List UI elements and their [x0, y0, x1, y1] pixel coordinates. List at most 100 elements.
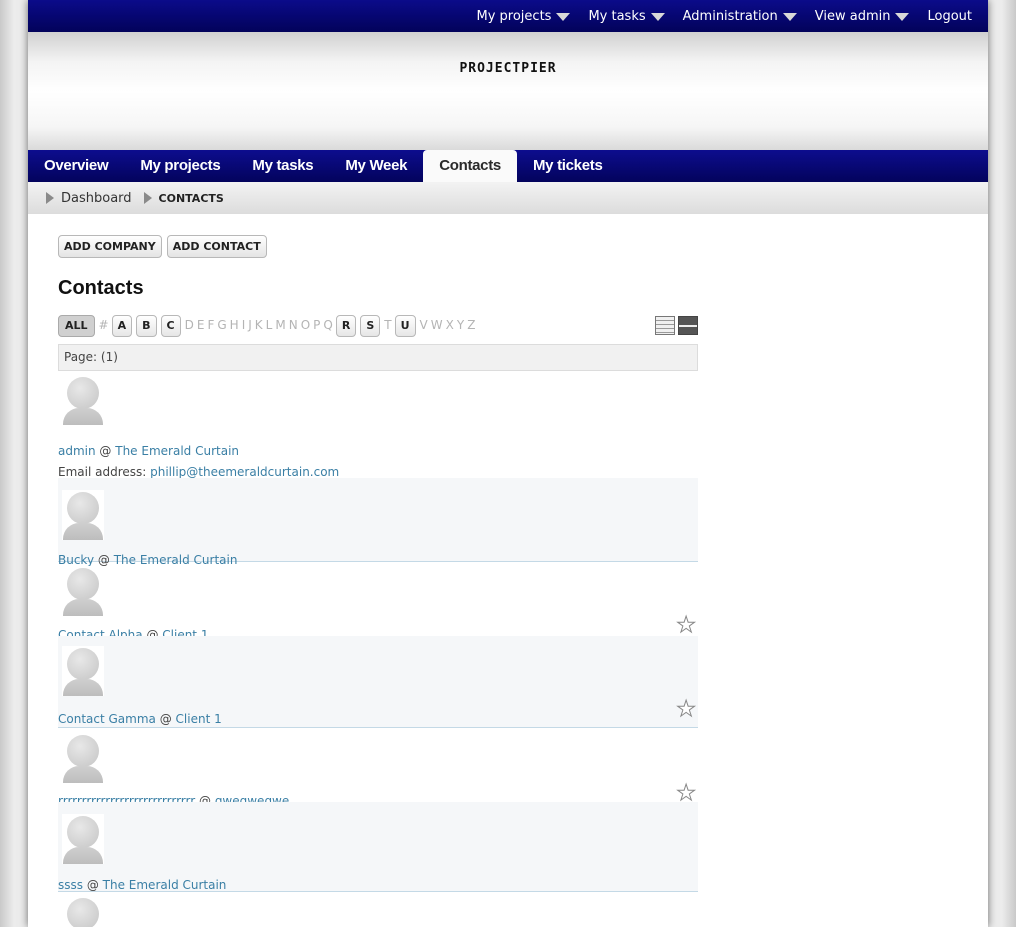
- view-toggle: [652, 316, 698, 335]
- letter-filter-all[interactable]: ALL: [58, 315, 95, 337]
- letter-filter-h: H: [229, 318, 239, 332]
- breadcrumb-dashboard-link[interactable]: Dashboard: [61, 191, 132, 206]
- star-icon[interactable]: ★: [676, 698, 697, 721]
- chevron-down-icon: [895, 13, 910, 21]
- avatar[interactable]: [62, 566, 104, 616]
- avatar-head: [67, 492, 99, 524]
- avatar[interactable]: [62, 375, 104, 425]
- breadcrumb: Dashboard CONTACTS: [28, 182, 988, 214]
- contact-list: admin @ The Emerald Curtain Email address…: [58, 372, 698, 927]
- letter-filter-r[interactable]: R: [335, 315, 357, 337]
- list-view-icon[interactable]: [655, 316, 675, 335]
- top-menu: My projects My tasks Administration View…: [459, 9, 973, 24]
- add-contact-button[interactable]: ADD CONTACT: [166, 235, 267, 258]
- letter-filter-o: O: [300, 318, 311, 332]
- letter-filter-p: P: [313, 318, 321, 332]
- letter-filter-z: Z: [467, 318, 476, 332]
- top-menu-view-admin[interactable]: View admin: [815, 9, 910, 24]
- tab-overview[interactable]: Overview: [28, 150, 124, 182]
- at-separator: @: [155, 712, 176, 726]
- tab-my-tickets[interactable]: My tickets: [517, 150, 619, 182]
- company-link[interactable]: The Emerald Curtain: [103, 878, 227, 892]
- email-link[interactable]: phillip@theemeraldcurtain.com: [150, 465, 339, 479]
- letter-filter-y: Y: [456, 318, 465, 332]
- avatar-head: [67, 735, 99, 767]
- letter-filter-c[interactable]: C: [160, 315, 181, 337]
- contact-line: Contact Gamma @ Client 1: [58, 712, 222, 726]
- avatar[interactable]: [62, 490, 104, 540]
- letter-filter-t: T: [384, 318, 392, 332]
- contact-row: rrrrrrrrrrrrrrrrrrrrrrrrrrrrr @ qweqweqw…: [58, 728, 698, 808]
- letter-filter-i: I: [241, 318, 246, 332]
- avatar[interactable]: [62, 733, 104, 783]
- card-view-icon[interactable]: [678, 316, 698, 335]
- triangle-right-icon: [46, 192, 54, 204]
- avatar-body: [63, 523, 103, 540]
- avatar[interactable]: [62, 646, 104, 696]
- tab-my-projects[interactable]: My projects: [124, 150, 236, 182]
- avatar-body: [63, 599, 103, 616]
- top-menu-my-tasks[interactable]: My tasks: [588, 8, 665, 24]
- contact-row: Contact Alpha @ Client 1 ★: [58, 562, 698, 642]
- letter-filter-g: G: [217, 318, 227, 332]
- avatar-body: [63, 679, 103, 696]
- tab-my-week[interactable]: My Week: [329, 150, 423, 182]
- triangle-right-icon: [143, 192, 152, 204]
- top-menu-label: Administration: [682, 8, 778, 24]
- avatar[interactable]: [62, 814, 104, 864]
- top-menu-label: My tasks: [588, 8, 646, 24]
- letter-filter-q: Q: [323, 318, 333, 332]
- contact-row: admin @ The Emerald Curtain Email address…: [58, 372, 698, 479]
- pagination-bar: Page: (1): [58, 344, 698, 371]
- letter-filter-u[interactable]: U: [394, 315, 416, 337]
- letter-filter-n: N: [288, 318, 298, 332]
- tab-contacts[interactable]: Contacts: [423, 150, 517, 182]
- letter-filter-v: V: [419, 318, 428, 332]
- breadcrumb-item-current: CONTACTS: [143, 191, 224, 205]
- letter-filter: ALL # A B C D E F G H I J K L M N O P Q R S T U V W X Y Z: [58, 314, 698, 338]
- top-menu-label: View admin: [814, 8, 891, 24]
- chevron-down-icon: [650, 13, 665, 21]
- avatar-body: [63, 766, 103, 783]
- letter-filter-e: E: [196, 318, 205, 332]
- contact-name-link[interactable]: admin: [58, 444, 96, 458]
- breadcrumb-current: CONTACTS: [158, 191, 224, 205]
- tab-my-tasks[interactable]: My tasks: [236, 150, 329, 182]
- contact-row: [58, 892, 698, 927]
- letter-filter-s[interactable]: S: [360, 315, 381, 337]
- company-link[interactable]: The Emerald Curtain: [115, 444, 239, 458]
- contact-name-link[interactable]: ssss: [58, 878, 83, 892]
- company-link[interactable]: Client 1: [176, 712, 222, 726]
- letter-filter-list: # A B C D E F G H I J K L M N O P Q R S T U V W X Y Z: [99, 315, 479, 337]
- star-icon[interactable]: ★: [676, 614, 697, 637]
- letter-filter-f: F: [207, 318, 215, 332]
- letter-filter-w: W: [430, 318, 443, 332]
- contact-name-link[interactable]: Contact Gamma: [58, 712, 156, 726]
- page-title: Contacts: [58, 277, 144, 299]
- contact-row: ssss @ The Emerald Curtain: [58, 802, 698, 892]
- letter-filter-m: M: [275, 318, 286, 332]
- top-menu-administration[interactable]: Administration: [683, 9, 797, 24]
- avatar-body: [63, 408, 103, 425]
- chevron-down-icon: [782, 13, 797, 21]
- letter-filter-l: L: [265, 318, 273, 332]
- letter-filter-j: J: [248, 318, 252, 332]
- letter-filter-d: D: [184, 318, 194, 332]
- header-banner: PROJECTPIER: [28, 32, 988, 150]
- contact-row: Bucky @ The Emerald Curtain: [58, 478, 698, 567]
- top-menu-label: My projects: [476, 8, 552, 24]
- letter-filter-b[interactable]: B: [136, 315, 157, 337]
- top-bar: My projects My tasks Administration View…: [28, 0, 988, 32]
- letter-filter-a[interactable]: A: [111, 315, 133, 337]
- avatar-head: [67, 898, 99, 927]
- contact-line: admin @ The Emerald Curtain: [58, 444, 239, 458]
- logout-link[interactable]: Logout: [927, 9, 972, 24]
- top-menu-my-projects[interactable]: My projects: [477, 9, 571, 24]
- add-company-button[interactable]: ADD COMPANY: [58, 235, 162, 258]
- main-tabs: Overview My projects My tasks My Week Co…: [28, 150, 988, 182]
- avatar[interactable]: [62, 896, 104, 927]
- app-logo[interactable]: PROJECTPIER: [28, 61, 988, 76]
- page: My projects My tasks Administration View…: [28, 0, 988, 927]
- action-buttons: ADD COMPANY ADD CONTACT: [58, 235, 272, 258]
- avatar-body: [63, 847, 103, 864]
